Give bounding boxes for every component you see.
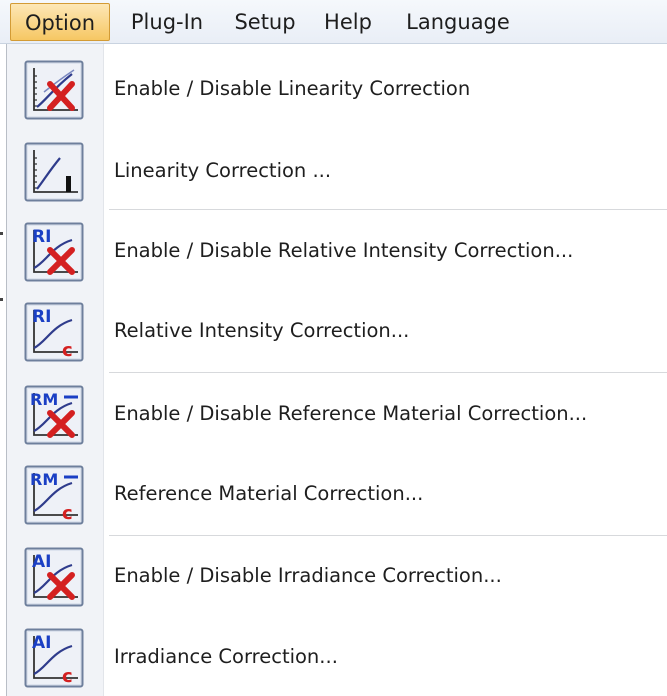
menu-item-label: Enable / Disable Reference Material Corr… bbox=[114, 402, 588, 425]
option-menu-dropdown: Enable / Disable Linearity Correction Li… bbox=[6, 44, 667, 696]
menu-option[interactable]: Option bbox=[10, 3, 110, 41]
menu-item-enable-disable-reference-material-correction[interactable]: RM Enable / Disable Reference Material C… bbox=[7, 377, 667, 451]
relative-intensity-icon: RI c bbox=[24, 302, 84, 362]
svg-text:AI: AI bbox=[32, 552, 51, 572]
menu-item-label: Irradiance Correction... bbox=[114, 645, 338, 668]
linearity-toggle-icon bbox=[24, 60, 84, 120]
relative-intensity-toggle-icon: RI bbox=[24, 222, 84, 282]
irradiance-icon: AI c bbox=[24, 628, 84, 688]
menu-item-enable-disable-relative-intensity-correction[interactable]: RI Enable / Disable Relative Intensity C… bbox=[7, 214, 667, 288]
menu-item-irradiance-correction[interactable]: AI c Irradiance Correction... bbox=[7, 620, 667, 694]
menu-item-enable-disable-linearity-correction[interactable]: Enable / Disable Linearity Correction bbox=[7, 52, 667, 126]
menu-item-label: Enable / Disable Relative Intensity Corr… bbox=[114, 239, 574, 262]
menu-item-linearity-correction[interactable]: Linearity Correction ... bbox=[7, 134, 667, 208]
menu-item-label: Linearity Correction ... bbox=[114, 159, 332, 182]
background-window-edge bbox=[0, 232, 3, 235]
reference-material-toggle-icon: RM bbox=[24, 385, 84, 445]
reference-material-icon: RM c bbox=[24, 465, 84, 525]
menu-language[interactable]: Language bbox=[394, 3, 522, 41]
svg-text:RM: RM bbox=[30, 470, 58, 489]
menu-bar: Option Plug-In Setup Help Language bbox=[0, 0, 667, 44]
menu-plug-in[interactable]: Plug-In bbox=[118, 3, 216, 41]
menu-item-enable-disable-irradiance-correction[interactable]: AI Enable / Disable Irradiance Correctio… bbox=[7, 539, 667, 613]
svg-text:AI: AI bbox=[32, 633, 51, 653]
svg-text:RM: RM bbox=[30, 390, 58, 409]
menu-separator bbox=[109, 372, 667, 373]
menu-item-label: Enable / Disable Irradiance Correction..… bbox=[114, 564, 502, 587]
background-window-edge bbox=[0, 298, 3, 301]
svg-text:RI: RI bbox=[32, 227, 51, 247]
svg-text:c: c bbox=[62, 340, 73, 361]
linearity-icon bbox=[24, 142, 84, 202]
menu-item-reference-material-correction[interactable]: RM c Reference Material Correction... bbox=[7, 457, 667, 531]
svg-text:c: c bbox=[62, 503, 73, 524]
menu-item-label: Reference Material Correction... bbox=[114, 482, 424, 505]
svg-text:c: c bbox=[62, 666, 73, 687]
svg-text:RI: RI bbox=[32, 307, 51, 327]
menu-separator bbox=[109, 209, 667, 210]
menu-item-relative-intensity-correction[interactable]: RI c Relative Intensity Correction... bbox=[7, 294, 667, 368]
menu-setup[interactable]: Setup bbox=[226, 3, 304, 41]
menu-help[interactable]: Help bbox=[316, 3, 380, 41]
menu-separator bbox=[109, 535, 667, 536]
menu-item-label: Relative Intensity Correction... bbox=[114, 319, 410, 342]
menu-item-label: Enable / Disable Linearity Correction bbox=[114, 77, 471, 100]
irradiance-toggle-icon: AI bbox=[24, 547, 84, 607]
